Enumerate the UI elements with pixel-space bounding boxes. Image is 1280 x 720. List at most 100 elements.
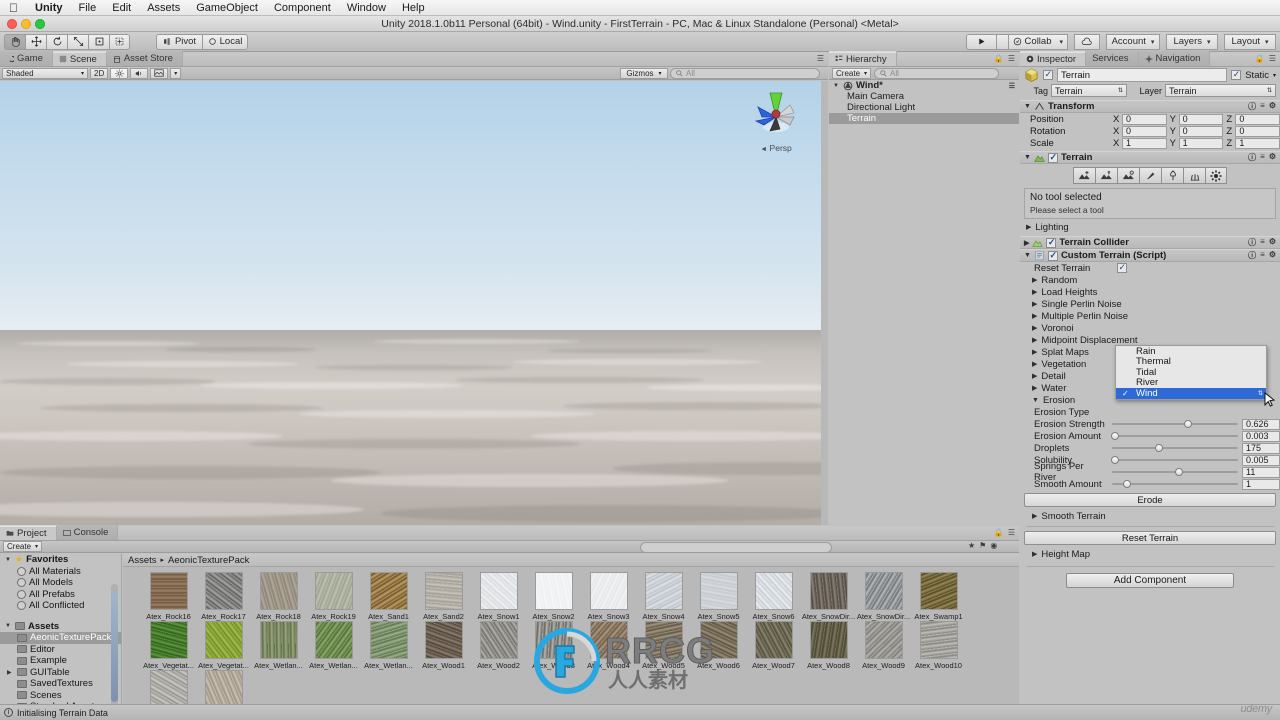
tab-hierarchy[interactable]: Hierarchy [829, 51, 897, 66]
terrain-collider-enabled-checkbox[interactable] [1046, 237, 1057, 248]
chevron-down-icon[interactable]: ▼ [1024, 103, 1031, 110]
label-filter-icon[interactable]: ⚑ [979, 541, 986, 550]
chevron-down-icon[interactable]: ▼ [5, 557, 12, 563]
springs-per-river-value[interactable]: 11 [1242, 466, 1280, 478]
section-voronoi[interactable]: ▶ Voronoi [1020, 322, 1280, 334]
chevron-right-icon[interactable]: ▶ [1032, 512, 1037, 520]
scene-viewport[interactable]: ◄ Persp [0, 81, 828, 525]
status-bar[interactable]: i Initialising Terrain Data [0, 704, 1280, 720]
hierarchy-item-main-camera[interactable]: Main Camera [829, 91, 1019, 102]
chevron-right-icon[interactable]: ▶ [1032, 288, 1037, 296]
chevron-down-icon[interactable]: ▼ [1024, 154, 1031, 161]
asset-item[interactable]: Atex_Wood8 [801, 621, 856, 670]
rotation-z-input[interactable]: 0 [1235, 125, 1280, 137]
asset-item[interactable]: Atex_Wood7 [746, 621, 801, 670]
apple-logo-icon[interactable]:  [6, 0, 27, 16]
smooth-amount-value[interactable]: 1 [1242, 478, 1280, 490]
hierarchy-search-input[interactable]: All [874, 67, 1000, 79]
springs-per-river-slider[interactable] [1112, 466, 1238, 478]
tree-favorites[interactable]: ▼ ★ Favorites [0, 554, 121, 566]
asset-item[interactable]: Atex_Vegetat... [141, 621, 196, 670]
section-height-map[interactable]: ▶ Height Map [1020, 548, 1280, 560]
scene-view-orientation-gizmo[interactable] [746, 87, 806, 149]
chevron-right-icon[interactable]: ▶ [1024, 239, 1029, 247]
chevron-down-icon[interactable]: ▼ [833, 83, 840, 89]
section-multiple-perlin-noise[interactable]: ▶ Multiple Perlin Noise [1020, 310, 1280, 322]
paint-details-icon[interactable] [1183, 167, 1205, 184]
scene-projection-label[interactable]: ◄ Persp [746, 143, 806, 153]
dropdown-option-rain[interactable]: Rain [1116, 346, 1266, 357]
static-checkbox[interactable] [1231, 69, 1242, 80]
chevron-right-icon[interactable]: ▶ [1032, 360, 1037, 368]
component-header-actions[interactable]: ⓘ ≡ ⚙ [1248, 101, 1276, 112]
chevron-right-icon[interactable]: ▶ [1032, 348, 1037, 356]
component-header-actions[interactable]: ⓘ ≡ ⚙ [1248, 152, 1276, 163]
tree-all-prefabs[interactable]: All Prefabs [0, 589, 121, 601]
asset-item[interactable]: Atex_Snow5 [691, 572, 746, 621]
asset-item[interactable]: Atex_Wood9 [856, 621, 911, 670]
pivot-rotation-group[interactable]: Pivot Local [156, 33, 248, 50]
chevron-right-icon[interactable]: ▶ [1032, 372, 1037, 380]
menu-edit[interactable]: Edit [104, 0, 139, 16]
asset-item[interactable]: Atex_Wetlan... [361, 621, 416, 670]
preset-icon[interactable]: ≡ [1260, 152, 1265, 163]
transform-tool-group[interactable] [4, 33, 130, 50]
layout-button[interactable]: Layout [1224, 33, 1276, 50]
breadcrumb-current[interactable]: AeonicTexturePack [168, 555, 249, 566]
chevron-right-icon[interactable]: ▶ [1032, 312, 1037, 320]
section-single-perlin-noise[interactable]: ▶ Single Perlin Noise [1020, 298, 1280, 310]
asset-item[interactable]: Atex_Snow3 [581, 572, 636, 621]
toggle-2d-button[interactable]: 2D [90, 67, 109, 79]
tree-all-models[interactable]: All Models [0, 577, 121, 589]
erosion-amount-slider[interactable] [1110, 430, 1238, 442]
gear-icon[interactable]: ⚙ [1269, 101, 1276, 112]
tab-inspector[interactable]: Inspector [1020, 51, 1087, 66]
dropdown-option-river[interactable]: River [1116, 377, 1266, 388]
asset-item[interactable]: Atex_SnowDir... [801, 572, 856, 621]
asset-item[interactable]: Atex_Wood3 [526, 621, 581, 670]
chevron-down-icon[interactable]: ▼ [1032, 397, 1039, 404]
menu-window[interactable]: Window [339, 0, 394, 16]
menu-icon[interactable]: ☰ [1269, 54, 1276, 63]
asset-item[interactable]: Atex_Wetlan... [251, 621, 306, 670]
tag-dropdown[interactable]: Terrain ⇅ [1051, 84, 1127, 97]
chevron-right-icon[interactable]: ▶ [1026, 223, 1031, 231]
chevron-right-icon[interactable]: ▶ [1032, 550, 1037, 558]
menu-unity[interactable]: Unity [27, 0, 71, 16]
scene-lighting-toggle[interactable] [110, 67, 129, 79]
cloud-button[interactable] [1074, 33, 1100, 50]
dropdown-option-tidal[interactable]: Tidal [1116, 367, 1266, 378]
terrain-lighting-foldout[interactable]: ▶ Lighting [1020, 221, 1280, 233]
hierarchy-create-button[interactable]: Create ▾ [832, 67, 872, 79]
dropdown-option-wind[interactable]: ✓ Wind ⇅ [1116, 388, 1266, 399]
rotation-x-input[interactable]: 0 [1122, 125, 1167, 137]
raise-lower-terrain-icon[interactable] [1073, 167, 1095, 184]
menu-assets[interactable]: Assets [139, 0, 188, 16]
chevron-right-icon[interactable]: ▶ [1032, 336, 1037, 344]
asset-item[interactable]: Atex_Rock16 [141, 572, 196, 621]
asset-item[interactable]: Atex_Wood2 [471, 621, 526, 670]
asset-item[interactable]: Atex_Snow1 [471, 572, 526, 621]
hierarchy-item-terrain[interactable]: Terrain [829, 113, 1019, 124]
hierarchy-item-directional-light[interactable]: Directional Light [829, 102, 1019, 113]
minimize-button[interactable] [21, 19, 31, 29]
terrain-settings-icon[interactable] [1205, 167, 1227, 184]
terrain-collider-header[interactable]: ▶ Terrain Collider ⓘ ≡ ⚙ [1020, 236, 1280, 249]
gameobject-enabled-checkbox[interactable] [1043, 69, 1053, 80]
hierarchy-scene-root[interactable]: ▼ Wind* ☰ [829, 80, 1019, 91]
scene-panel-menu[interactable]: ☰ [817, 54, 824, 63]
project-search-input[interactable] [640, 542, 832, 553]
section-smooth-terrain[interactable]: ▶ Smooth Terrain [1020, 510, 1280, 522]
add-component-button[interactable]: Add Component [1066, 573, 1234, 588]
tree-savedtextures[interactable]: SavedTextures [0, 678, 121, 690]
gameobject-name-input[interactable]: Terrain [1057, 68, 1228, 82]
dropdown-option-thermal[interactable]: Thermal [1116, 356, 1266, 367]
chevron-down-icon[interactable]: ▼ [5, 623, 12, 629]
menu-component[interactable]: Component [266, 0, 339, 16]
reset-terrain-checkbox[interactable] [1117, 262, 1127, 273]
tab-asset-store[interactable]: Asset Store [106, 51, 183, 66]
reset-terrain-button[interactable]: Reset Terrain [1024, 531, 1276, 545]
tab-game[interactable]: Game [0, 51, 53, 66]
tree-editor[interactable]: Editor [0, 644, 121, 656]
asset-item[interactable]: Atex_Sand1 [361, 572, 416, 621]
